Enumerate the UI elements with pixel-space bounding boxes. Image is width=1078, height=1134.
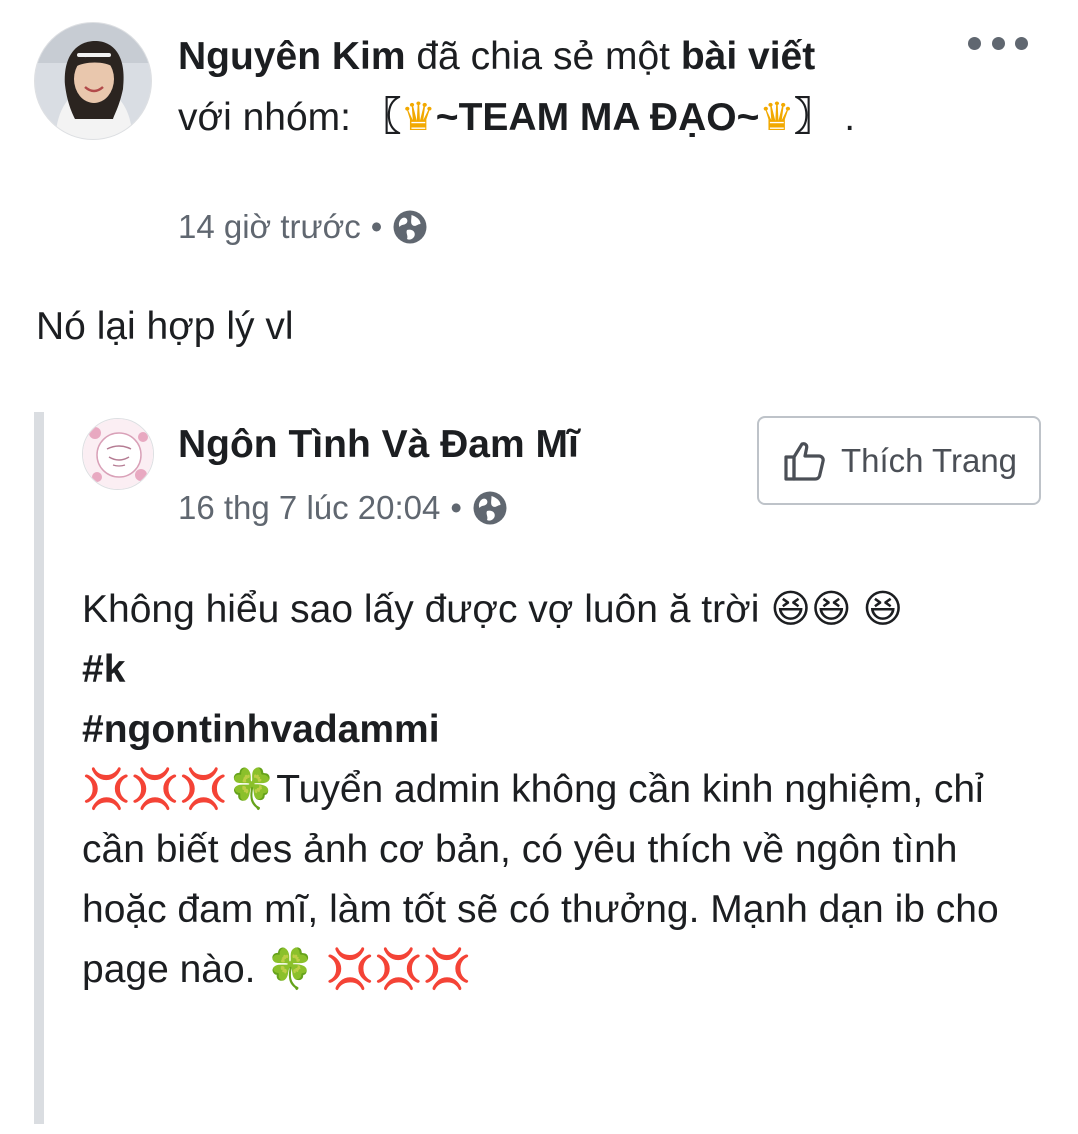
group-name-link[interactable]: 〖♛~TEAM MA ĐẠO~♛〗 <box>361 95 834 140</box>
post-timestamp[interactable]: 14 giờ trước <box>178 208 361 246</box>
four-leaf-clover-icon: 🍀 <box>227 767 277 812</box>
shared-post-meta: 16 thg 7 lúc 20:04 • <box>178 486 508 530</box>
crown-icon: ♛ <box>759 95 795 140</box>
anger-symbol-icon: 💢 <box>325 947 375 992</box>
anger-symbol-icon: 💢 <box>130 767 180 812</box>
anger-symbol-icon: 💢 <box>179 767 228 812</box>
post-message: Nó lại hợp lý vl <box>36 305 294 348</box>
shared-post-link[interactable]: bài viết <box>681 35 815 78</box>
anger-symbol-icon: 💢 <box>374 947 423 992</box>
post-meta: 14 giờ trước • <box>178 205 428 249</box>
page-logo <box>83 419 153 489</box>
dot <box>991 36 1005 50</box>
page-avatar[interactable] <box>82 418 154 490</box>
shared-post-timestamp[interactable]: 16 thg 7 lúc 20:04 <box>178 489 440 527</box>
group-bracket-open: 〖 <box>361 96 401 139</box>
anger-symbol-icon: 💢 <box>422 947 472 992</box>
group-bracket-close: 〗 <box>794 96 834 139</box>
four-leaf-clover-icon: 🍀 <box>266 947 315 992</box>
like-page-label: Thích Trang <box>840 441 1018 479</box>
author-photo <box>35 23 151 139</box>
globe-icon[interactable] <box>472 490 508 526</box>
anger-symbol-icon: 💢 <box>82 767 131 812</box>
hashtag-link[interactable]: #k <box>82 640 1042 700</box>
laughing-emoji-icon: 😆 <box>810 587 852 632</box>
recruit-paragraph: 💢💢💢🍀Tuyển admin không cần kinh nghiệm, c… <box>82 760 1042 1000</box>
shared-post-bar <box>34 412 44 1124</box>
laughing-emoji-icon: 😆 <box>770 587 811 632</box>
crown-icon: ♛ <box>400 95 436 140</box>
shared-body-line1: Không hiểu sao lấy được vợ luôn ă trời 😆… <box>82 580 1042 640</box>
author-avatar[interactable] <box>34 22 152 140</box>
shared-page-name[interactable]: Ngôn Tình Và Đam Mĩ <box>178 418 579 472</box>
body-text: Không hiểu sao lấy được vợ luôn ă trời <box>82 588 771 631</box>
like-page-button[interactable]: Thích Trang <box>757 416 1041 505</box>
hashtag-link[interactable]: #ngontinhvadammi <box>82 700 1042 760</box>
meta-separator: • <box>370 208 383 245</box>
author-name-link[interactable]: Nguyên Kim <box>178 35 406 78</box>
dot <box>1015 36 1028 50</box>
thumbs-up-icon <box>784 441 825 481</box>
action-text: đã chia sẻ một <box>405 35 681 78</box>
trailing-dot: . <box>833 96 856 139</box>
dot <box>968 36 981 50</box>
post-header-title: Nguyên Kim đã chia sẻ một bài viết với n… <box>178 26 878 148</box>
more-options-icon[interactable] <box>968 28 1028 58</box>
group-intro-text: với nhóm: <box>178 96 362 139</box>
globe-icon[interactable] <box>392 209 428 245</box>
meta-separator: • <box>450 489 462 526</box>
group-name-text: ~TEAM MA ĐẠO~ <box>435 96 760 139</box>
shared-post-body: Không hiểu sao lấy được vợ luôn ă trời 😆… <box>82 580 1042 1000</box>
laughing-emoji-icon: 😆 <box>862 587 904 632</box>
